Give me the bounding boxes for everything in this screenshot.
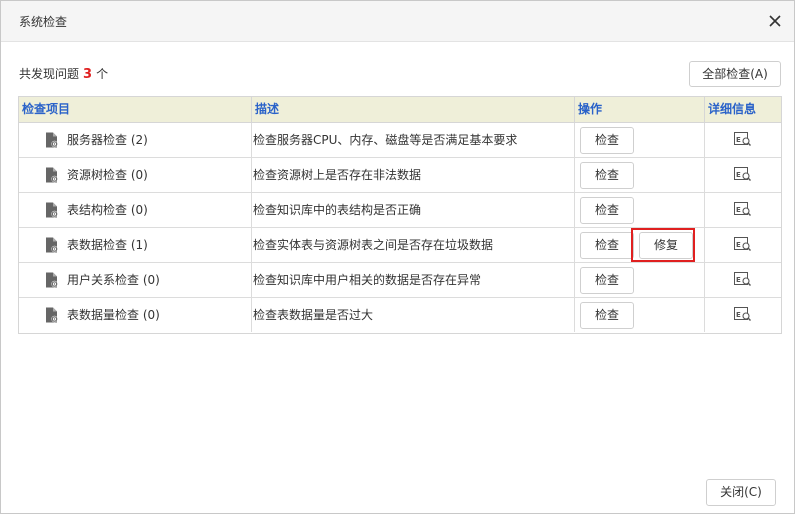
check-item-desc: 检查表数据量是否过大 (253, 308, 374, 322)
header-detail: 详细信息 (708, 102, 757, 116)
desc-cell: 检查资源树上是否存在非法数据 (252, 158, 575, 192)
svg-text:E: E (736, 276, 741, 284)
desc-cell: 检查知识库中用户相关的数据是否存在异常 (252, 263, 575, 297)
item-cell: 服务器检查 (2) (19, 123, 252, 157)
check-button[interactable]: 检查 (580, 232, 634, 259)
detail-view-icon[interactable]: E (734, 237, 752, 252)
table-row: 表数据量检查 (0) 检查表数据量是否过大 检查 E (19, 298, 781, 333)
detail-view-icon[interactable]: E (734, 167, 752, 182)
detail-cell: E (705, 228, 781, 262)
header-action: 操作 (575, 97, 705, 122)
document-gear-icon (45, 307, 59, 323)
check-item-desc: 检查资源树上是否存在非法数据 (253, 168, 422, 182)
document-gear-icon (45, 272, 59, 288)
detail-view-icon[interactable]: E (734, 202, 752, 217)
check-button[interactable]: 检查 (580, 162, 634, 189)
table-row: 表数据检查 (1) 检查实体表与资源树表之间是否存在垃圾数据 检查 修复 E (19, 228, 781, 263)
svg-text:E: E (736, 206, 741, 214)
item-cell: 用户关系检查 (0) (19, 263, 252, 297)
check-button[interactable]: 检查 (580, 302, 634, 329)
svg-text:E: E (736, 171, 741, 179)
close-button[interactable]: 关闭(C) (706, 479, 776, 506)
action-cell: 检查 (575, 158, 705, 192)
action-cell: 检查 (575, 193, 705, 227)
check-item-label: 表数据检查 (1) (67, 238, 148, 252)
check-button[interactable]: 检查 (580, 127, 634, 154)
detail-view-icon[interactable]: E (734, 272, 752, 287)
action-cell: 检查 (575, 298, 705, 332)
desc-cell: 检查表数据量是否过大 (252, 298, 575, 332)
table-row: 表结构检查 (0) 检查知识库中的表结构是否正确 检查 E (19, 193, 781, 228)
detail-cell: E (705, 193, 781, 227)
desc-cell: 检查服务器CPU、内存、磁盘等是否满足基本要求 (252, 123, 575, 157)
table-row: 服务器检查 (2) 检查服务器CPU、内存、磁盘等是否满足基本要求 检查 E (19, 123, 781, 158)
item-cell: 表数据量检查 (0) (19, 298, 252, 332)
fix-button[interactable]: 修复 (639, 232, 693, 259)
document-gear-icon (45, 202, 59, 218)
check-item-desc: 检查知识库中用户相关的数据是否存在异常 (253, 273, 482, 287)
system-check-dialog: 系统检查 共发现问题 3 个 全部检查(A) 检查项目 描述 操作 详细信息 服… (0, 0, 795, 514)
item-cell: 表结构检查 (0) (19, 193, 252, 227)
dialog-title: 系统检查 (19, 15, 68, 29)
detail-view-icon[interactable]: E (734, 307, 752, 322)
desc-cell: 检查知识库中的表结构是否正确 (252, 193, 575, 227)
detail-cell: E (705, 123, 781, 157)
check-item-label: 表结构检查 (0) (67, 203, 148, 217)
close-icon[interactable] (767, 13, 783, 29)
summary-prefix: 共发现问题 (19, 67, 80, 81)
check-item-label: 资源树检查 (0) (67, 168, 148, 182)
document-gear-icon (45, 167, 59, 183)
check-item-desc: 检查服务器CPU、内存、磁盘等是否满足基本要求 (253, 133, 518, 147)
action-cell: 检查 修复 (575, 228, 705, 262)
summary-suffix: 个 (96, 67, 109, 81)
check-item-desc: 检查知识库中的表结构是否正确 (253, 203, 422, 217)
detail-cell: E (705, 263, 781, 297)
desc-cell: 检查实体表与资源树表之间是否存在垃圾数据 (252, 228, 575, 262)
action-cell: 检查 (575, 263, 705, 297)
issue-summary: 共发现问题 3 个 (19, 65, 108, 82)
issue-count: 3 (83, 67, 93, 82)
check-item-label: 用户关系检查 (0) (67, 273, 160, 287)
svg-text:E: E (736, 241, 741, 249)
table-body: 服务器检查 (2) 检查服务器CPU、内存、磁盘等是否满足基本要求 检查 E 资… (19, 123, 781, 333)
svg-text:E: E (736, 311, 741, 319)
detail-cell: E (705, 158, 781, 192)
detail-cell: E (705, 298, 781, 332)
check-item-desc: 检查实体表与资源树表之间是否存在垃圾数据 (253, 238, 494, 252)
check-button[interactable]: 检查 (580, 197, 634, 224)
check-all-button[interactable]: 全部检查(A) (689, 61, 781, 87)
header-item: 检查项目 (19, 97, 252, 122)
document-gear-icon (45, 132, 59, 148)
table-row: 用户关系检查 (0) 检查知识库中用户相关的数据是否存在异常 检查 E (19, 263, 781, 298)
table-header: 检查项目 描述 操作 详细信息 (19, 97, 781, 123)
svg-text:E: E (736, 136, 741, 144)
check-button[interactable]: 检查 (580, 267, 634, 294)
dialog-titlebar: 系统检查 (1, 1, 794, 42)
document-gear-icon (45, 237, 59, 253)
item-cell: 表数据检查 (1) (19, 228, 252, 262)
check-table: 检查项目 描述 操作 详细信息 服务器检查 (2) 检查服务器CPU、内存、磁盘… (18, 96, 782, 334)
detail-view-icon[interactable]: E (734, 132, 752, 147)
check-item-label: 表数据量检查 (0) (67, 308, 160, 322)
table-row: 资源树检查 (0) 检查资源树上是否存在非法数据 检查 E (19, 158, 781, 193)
item-cell: 资源树检查 (0) (19, 158, 252, 192)
header-desc: 描述 (252, 97, 575, 122)
action-cell: 检查 (575, 123, 705, 157)
check-item-label: 服务器检查 (2) (67, 133, 148, 147)
